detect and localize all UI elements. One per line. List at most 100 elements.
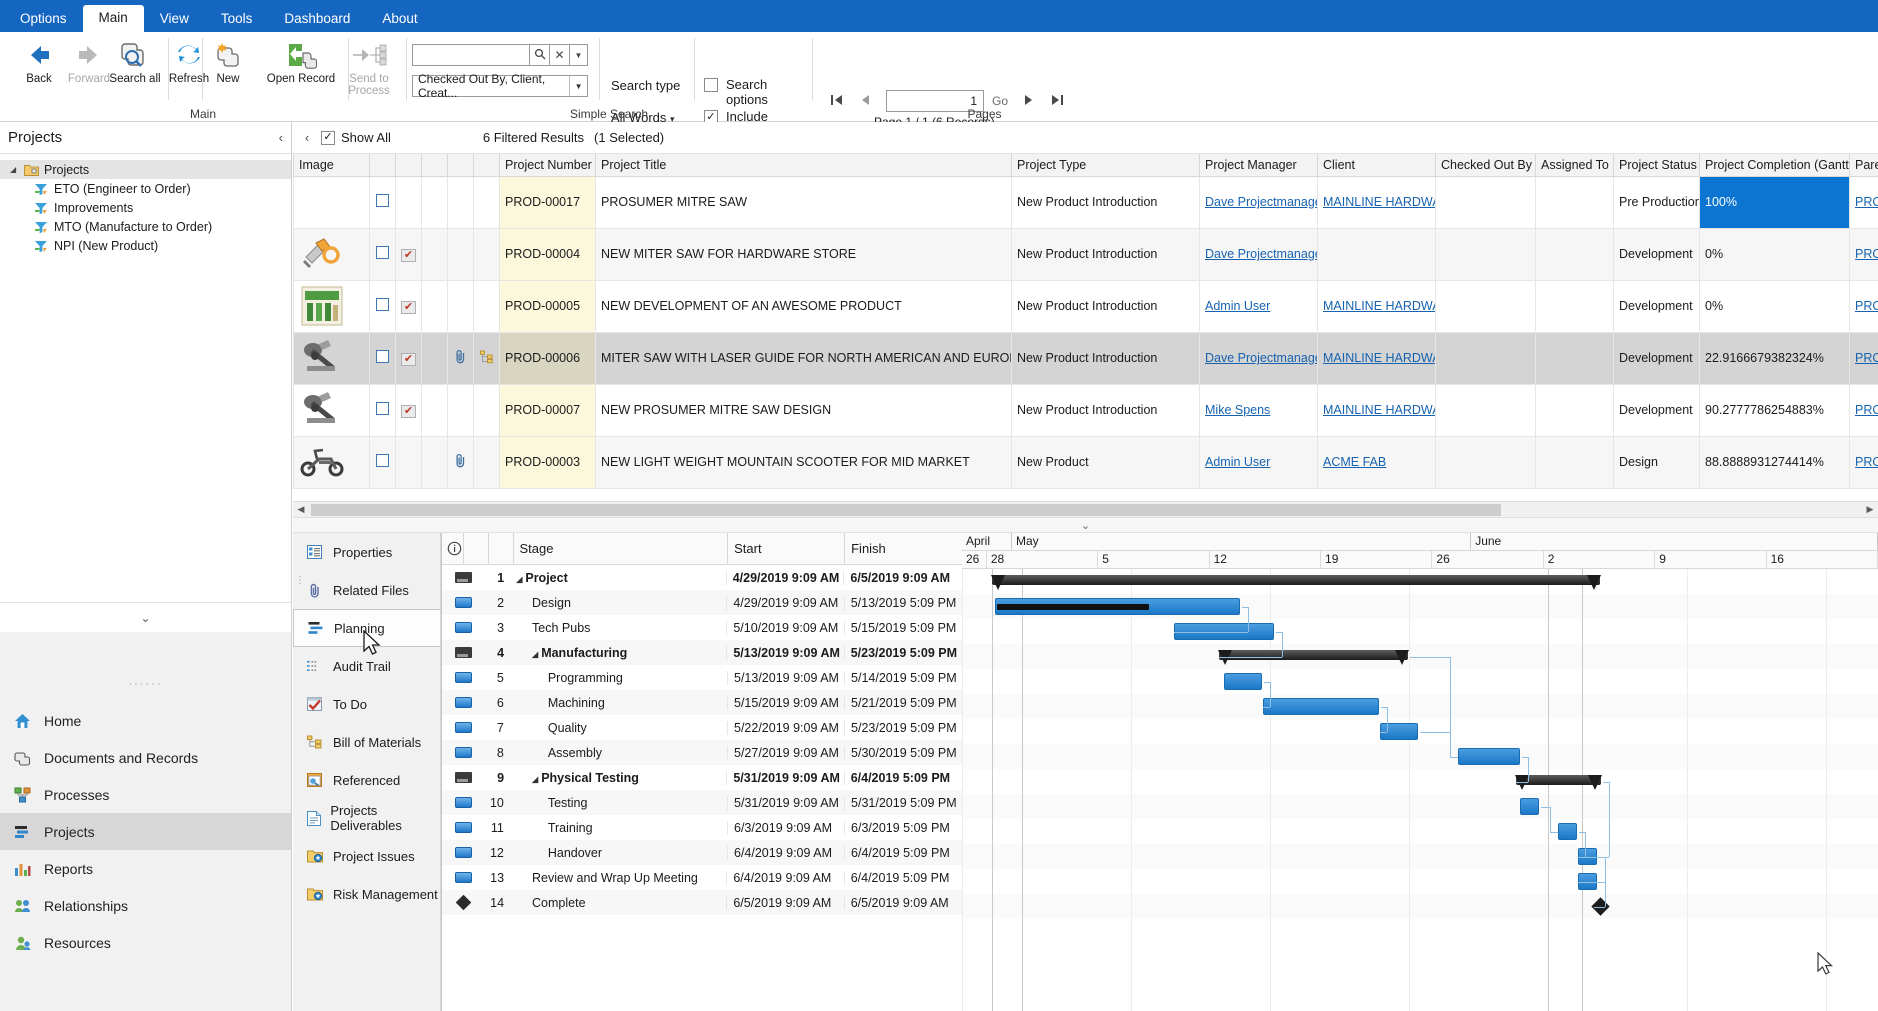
cell-attachment[interactable] <box>447 383 474 437</box>
column-header-10[interactable]: Client <box>1317 154 1436 177</box>
nav-item-projects[interactable]: Projects <box>0 813 291 850</box>
parent-process-link[interactable]: PROD-00017 <box>1855 195 1878 209</box>
detail-tab-related-files[interactable]: Related Files <box>293 571 440 609</box>
cell-project-manager[interactable]: Dave Projectmanager <box>1199 175 1318 229</box>
cell-select-checkbox[interactable] <box>369 175 396 229</box>
cell-todo[interactable]: ✔ <box>395 383 422 437</box>
gantt-task-row[interactable]: 3 Tech Pubs 5/10/2019 9:09 AM 5/15/2019 5:0… <box>442 615 962 640</box>
gantt-task-bar[interactable] <box>1263 698 1379 715</box>
gantt-task-bar[interactable] <box>1224 673 1262 690</box>
collapse-triangle-icon[interactable]: ◢ <box>532 650 538 659</box>
ribbon-tab-main[interactable]: Main <box>82 4 144 32</box>
cell-project-manager[interactable]: Dave Projectmanager <box>1199 331 1318 385</box>
cell-attachment[interactable] <box>447 175 474 229</box>
tabs-grip-icon[interactable]: ⋮ <box>295 576 305 586</box>
table-row[interactable]: PROD-00003 NEW LIGHT WEIGHT MOUNTAIN SCOO… <box>293 435 1878 489</box>
nav-item-documents-and-records[interactable]: Documents and Records <box>0 739 291 776</box>
gantt-task-row[interactable]: 11 Training 6/3/2019 9:09 AM 6/3/2019 5:09 … <box>442 815 962 840</box>
detail-tab-bill-of-materials[interactable]: Bill of Materials <box>293 723 440 761</box>
detail-tab-to-do[interactable]: To Do <box>293 685 440 723</box>
table-row[interactable]: ✔ PROD-00004 NEW MITER SAW FOR HARDWARE ST… <box>293 227 1878 281</box>
gantt-task-row[interactable]: 12 Handover 6/4/2019 9:09 AM 6/4/2019 5:09 … <box>442 840 962 865</box>
column-header-4[interactable] <box>447 154 474 177</box>
detail-tab-audit-trail[interactable]: Audit Trail <box>293 647 440 685</box>
cell-select-checkbox[interactable] <box>369 331 396 385</box>
cell-todo[interactable]: ✔ <box>395 227 422 281</box>
cell-attachment[interactable] <box>447 227 474 281</box>
row-checkbox[interactable] <box>376 350 389 363</box>
collapse-triangle-icon[interactable]: ◢ <box>532 775 538 784</box>
gantt-task-row[interactable]: 1 ◢ Project 4/29/2019 9:09 AM 6/5/2019 9:09 … <box>442 565 962 590</box>
cell-bom[interactable] <box>473 175 500 229</box>
gantt-task-row[interactable]: 10 Testing 5/31/2019 9:09 AM 5/31/2019 5:09… <box>442 790 962 815</box>
tree-expander[interactable]: ⌄ <box>0 602 291 632</box>
row-checkbox[interactable] <box>376 298 389 311</box>
tree-item-2[interactable]: MTO (Manufacture to Order) <box>0 217 291 236</box>
table-row[interactable]: ✔ PROD-00005 NEW DEVELOPMENT OF AN AWESOME… <box>293 279 1878 333</box>
cell-bom[interactable] <box>473 227 500 281</box>
parent-process-link[interactable]: PROD-00014 <box>1855 403 1878 417</box>
detail-tab-project-issues[interactable]: Project Issues <box>293 837 440 875</box>
cell-project-manager[interactable]: Admin User <box>1199 279 1318 333</box>
project-manager-link[interactable]: Admin User <box>1205 299 1270 313</box>
search-find-button[interactable] <box>530 44 550 66</box>
row-checkbox[interactable] <box>376 402 389 415</box>
project-manager-link[interactable]: Dave Projectmanager <box>1205 195 1317 209</box>
column-header-12[interactable]: Assigned To <box>1535 154 1614 177</box>
table-row[interactable]: PROD-00017 PROSUMER MITRE SAW New Product … <box>293 175 1878 229</box>
cell-project-manager[interactable]: Admin User <box>1199 435 1318 489</box>
gantt-task-row[interactable]: 13 Review and Wrap Up Meeting 6/4/2019 9:0… <box>442 865 962 890</box>
column-header-13[interactable]: Project Status <box>1613 154 1700 177</box>
tree-expand-toggle[interactable]: ◢ <box>10 165 24 174</box>
client-link[interactable]: MAINLINE HARDWARE <box>1323 299 1435 313</box>
column-header-6[interactable]: Project Number <box>499 154 596 177</box>
cell-todo[interactable]: ✔ <box>395 279 422 333</box>
cell-bom[interactable] <box>473 435 500 489</box>
gantt-task-bar[interactable] <box>1558 823 1577 840</box>
column-header-5[interactable] <box>473 154 500 177</box>
detail-tab-planning[interactable]: Planning <box>293 609 440 647</box>
row-checkbox[interactable] <box>376 194 389 207</box>
scroll-right-icon[interactable]: ▶ <box>1862 504 1878 515</box>
search-options-checkbox[interactable] <box>704 78 718 92</box>
ribbon-tab-options[interactable]: Options <box>4 6 83 33</box>
parent-process-link[interactable]: PROD-00005 <box>1855 299 1878 313</box>
cell-todo[interactable] <box>395 435 422 489</box>
search-history-button[interactable]: ▼ <box>570 44 588 66</box>
nav-item-reports[interactable]: Reports <box>0 850 291 887</box>
nav-item-relationships[interactable]: Relationships <box>0 887 291 924</box>
search-fields-select[interactable]: Checked Out By, Client, Creat... ▼ <box>412 72 588 100</box>
gantt-summary-bar[interactable] <box>992 575 1600 585</box>
gantt-task-row[interactable]: 14 Complete 6/5/2019 9:09 AM 6/5/2019 9:09 … <box>442 890 962 915</box>
gantt-task-row[interactable]: 8 Assembly 5/27/2019 9:09 AM 5/30/2019 5:09… <box>442 740 962 765</box>
cell-attachment[interactable] <box>447 279 474 333</box>
nav-grip[interactable]: ······ <box>0 632 291 702</box>
cell-select-checkbox[interactable] <box>369 435 396 489</box>
parent-process-link[interactable]: PROD-00006 <box>1855 351 1878 365</box>
cell-client[interactable]: MAINLINE HARDWARE <box>1317 331 1436 385</box>
cell-select-checkbox[interactable] <box>369 383 396 437</box>
tree-item-1[interactable]: Improvements <box>0 198 291 217</box>
gantt-task-row[interactable]: 5 Programming 5/13/2019 9:09 AM 5/14/2019 5… <box>442 665 962 690</box>
go-button[interactable]: Go <box>992 94 1008 108</box>
tree-item-0[interactable]: ETO (Engineer to Order) <box>0 179 291 198</box>
ribbon-tab-about[interactable]: About <box>366 6 433 33</box>
cell-attachment[interactable] <box>447 331 474 385</box>
cell-client[interactable]: MAINLINE HARDWARE <box>1317 383 1436 437</box>
new-button[interactable]: New <box>200 38 256 100</box>
chevron-left-icon[interactable]: ‹ <box>297 130 317 145</box>
gantt-task-row[interactable]: 6 Machining 5/15/2019 9:09 AM 5/21/2019 5:0… <box>442 690 962 715</box>
collapse-triangle-icon[interactable]: ◢ <box>516 575 522 584</box>
cell-todo[interactable] <box>395 175 422 229</box>
gantt-task-bar[interactable] <box>995 598 1240 615</box>
cell-select-checkbox[interactable] <box>369 227 396 281</box>
column-header-1[interactable] <box>369 154 396 177</box>
cell-parent-process[interactable]: PROD-00004 <box>1849 227 1878 281</box>
gantt-task-bar[interactable] <box>1520 798 1539 815</box>
column-header-2[interactable] <box>395 154 422 177</box>
cell-select-checkbox[interactable] <box>369 279 396 333</box>
row-checkbox[interactable] <box>376 454 389 467</box>
cell-parent-process[interactable]: PROD-00017 <box>1849 175 1878 229</box>
scrollbar-track[interactable] <box>309 502 1862 517</box>
search-clear-button[interactable]: ✕ <box>550 44 570 66</box>
